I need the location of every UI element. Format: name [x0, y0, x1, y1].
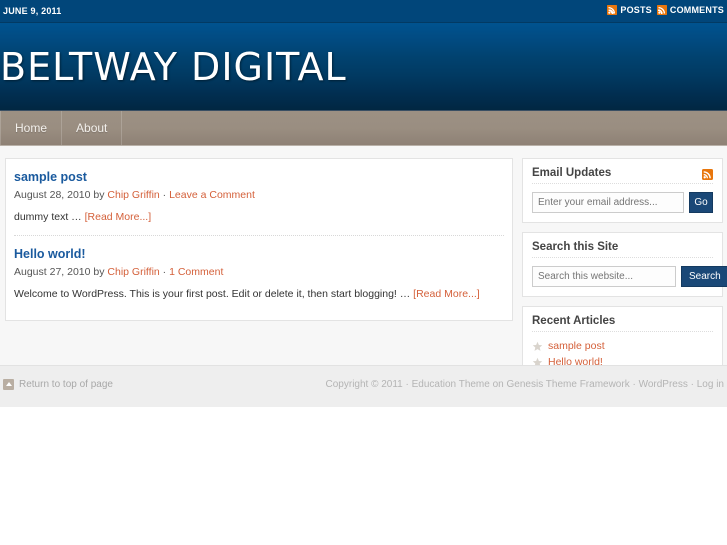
recent-articles-list: sample post Hello world! — [532, 340, 713, 368]
site-title[interactable]: BELTWAY DIGITAL — [0, 45, 347, 89]
rss-icon[interactable] — [702, 167, 713, 180]
post-date: August 27, 2010 — [14, 266, 91, 278]
meta-separator: · — [162, 266, 167, 278]
post-comments-link[interactable]: Leave a Comment — [169, 189, 255, 201]
post-entry: sample post August 28, 2010 by Chip Grif… — [6, 159, 512, 225]
post-meta: August 28, 2010 by Chip Griffin · Leave … — [14, 189, 504, 201]
post-meta: August 27, 2010 by Chip Griffin · 1 Comm… — [14, 266, 504, 278]
rss-icon — [656, 5, 667, 15]
star-icon — [532, 341, 543, 352]
rss-icon — [607, 5, 618, 15]
search-form: Search — [532, 266, 727, 287]
post-by-label: by — [93, 266, 105, 278]
post-author-link[interactable]: Chip Griffin — [107, 266, 159, 278]
top-feed-links: POSTS COMMENTS — [607, 5, 724, 15]
list-item[interactable]: sample post — [532, 340, 713, 352]
widget-title: Search this Site — [532, 241, 713, 258]
primary-navigation: Home About — [0, 110, 727, 146]
return-to-top-label: Return to top of page — [19, 379, 113, 390]
email-go-button[interactable]: Go — [689, 192, 713, 213]
post-excerpt: Welcome to WordPress. This is your first… — [14, 287, 504, 302]
footer-credits: Copyright © 2011 · Education Theme on Ge… — [325, 379, 724, 390]
post-author-link[interactable]: Chip Griffin — [107, 189, 159, 201]
return-to-top[interactable]: Return to top of page — [3, 379, 113, 390]
site-footer: Return to top of page Copyright © 2011 ·… — [0, 365, 727, 407]
site-header: BELTWAY DIGITAL — [0, 23, 727, 110]
post-title[interactable]: sample post — [14, 159, 504, 184]
post-excerpt-text: Welcome to WordPress. This is your first… — [14, 288, 414, 300]
widget-email-updates: Email Updates Go — [522, 158, 723, 223]
comments-feed-link[interactable]: COMMENTS — [656, 5, 724, 15]
read-more-link[interactable]: [Read More...] — [413, 288, 480, 300]
widget-search: Search this Site Search — [522, 232, 727, 297]
arrow-up-icon — [3, 379, 14, 390]
widget-title: Email Updates — [532, 167, 713, 184]
search-button[interactable]: Search — [681, 266, 727, 287]
sidebar: Email Updates Go Search this Site Search… — [522, 158, 727, 391]
email-input[interactable] — [532, 192, 684, 213]
post-excerpt: dummy text … [Read More...] — [14, 210, 504, 225]
nav-item-about[interactable]: About — [62, 111, 123, 145]
posts-feed-label: POSTS — [620, 5, 652, 15]
read-more-link[interactable]: [Read More...] — [85, 211, 152, 223]
widget-title: Recent Articles — [532, 315, 713, 332]
page-body: sample post August 28, 2010 by Chip Grif… — [0, 146, 727, 382]
search-input[interactable] — [532, 266, 676, 287]
email-subscribe-form: Go — [532, 192, 713, 213]
page-root: JUNE 9, 2011 POSTS COMMENTS BELTWAY DIGI… — [0, 0, 727, 545]
post-excerpt-text: dummy text … — [14, 211, 85, 223]
post-by-label: by — [93, 189, 105, 201]
current-date: JUNE 9, 2011 — [3, 6, 62, 16]
post-entry: Hello world! August 27, 2010 by Chip Gri… — [6, 236, 512, 302]
comments-feed-label: COMMENTS — [669, 5, 724, 15]
recent-article-link[interactable]: sample post — [548, 340, 605, 352]
post-date: August 28, 2010 — [14, 189, 91, 201]
post-title[interactable]: Hello world! — [14, 236, 504, 261]
nav-item-home[interactable]: Home — [0, 111, 63, 145]
top-utility-bar: JUNE 9, 2011 POSTS COMMENTS — [0, 0, 727, 23]
posts-feed-link[interactable]: POSTS — [607, 5, 652, 15]
post-comments-link[interactable]: 1 Comment — [169, 266, 223, 278]
content-area: sample post August 28, 2010 by Chip Grif… — [5, 158, 513, 321]
meta-separator: · — [162, 189, 167, 201]
